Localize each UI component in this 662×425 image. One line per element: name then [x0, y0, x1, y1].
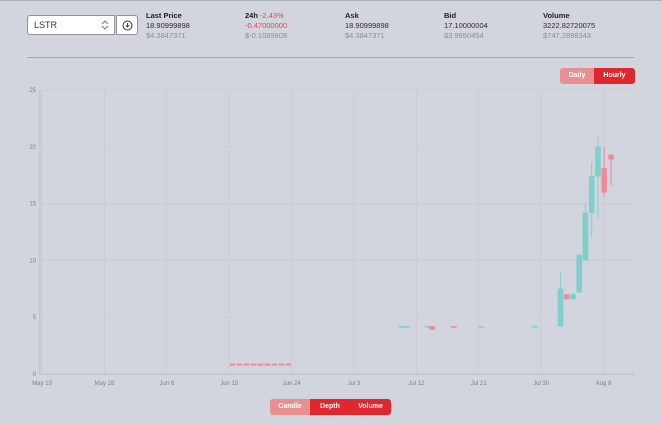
- candle-body: [257, 363, 264, 366]
- candle: [250, 363, 257, 366]
- x-tick-label: Jul 3: [348, 381, 361, 387]
- x-tick-label: May 19: [32, 381, 52, 387]
- candle: [399, 326, 405, 328]
- y-tick-label: 5: [33, 315, 37, 321]
- x-tick-label: Jul 12: [408, 381, 425, 387]
- candle: [532, 325, 538, 329]
- candle: [403, 326, 410, 328]
- depth-view-button[interactable]: Depth: [310, 399, 350, 415]
- volume-view-button[interactable]: Volume: [350, 399, 391, 415]
- chart-ticks: 0 5 10 15 20 25 May 19 May 28 Jun 6 Jun 15 Jun 24 J…: [29, 88, 612, 387]
- candle-body: [264, 363, 271, 366]
- y-tick-label: 15: [29, 202, 36, 208]
- candle-body: [595, 146, 601, 177]
- candle-body: [250, 363, 257, 366]
- candle: [563, 294, 570, 301]
- candle-body: [424, 326, 431, 328]
- x-tick-label: Jun 15: [220, 381, 239, 387]
- chart-grid: [39, 89, 634, 375]
- candle: [450, 326, 457, 328]
- candle: [236, 363, 243, 366]
- x-tick-label: Aug 8: [596, 381, 612, 387]
- candle-body: [403, 326, 410, 328]
- candle-body: [243, 363, 250, 366]
- price-chart: 0 5 10 15 20 25 May 19 May 28 Jun 6 Jun 15 Jun 24 J…: [29, 88, 634, 387]
- y-tick-label: 25: [29, 88, 36, 94]
- candle: [576, 254, 583, 293]
- candle: [582, 203, 589, 261]
- candle: [601, 146, 607, 197]
- candle: [229, 363, 236, 366]
- candle-body: [285, 363, 291, 366]
- candle: [257, 363, 264, 366]
- candle: [570, 292, 576, 300]
- y-tick-label: 10: [29, 258, 36, 264]
- candle: [588, 161, 595, 238]
- candle: [285, 363, 291, 366]
- candle: [429, 326, 436, 330]
- candle-body: [278, 363, 285, 366]
- candle-body: [450, 326, 457, 328]
- x-tick-label: Jun 24: [283, 381, 302, 387]
- candle-body: [229, 363, 236, 366]
- candle-body: [557, 288, 564, 327]
- candle: [243, 363, 250, 366]
- candle-body: [236, 363, 243, 366]
- candle-body: [563, 294, 570, 300]
- candle-body: [271, 363, 278, 366]
- candle-body: [601, 168, 607, 193]
- x-tick-label: Jul 30: [533, 381, 550, 387]
- candle-body: [532, 326, 538, 328]
- candle-body: [588, 176, 595, 213]
- candle: [478, 326, 485, 328]
- candle-body: [478, 326, 485, 328]
- x-tick-label: May 28: [95, 381, 115, 387]
- candle-body: [582, 212, 589, 261]
- candle-body: [570, 294, 576, 300]
- candle: [595, 135, 601, 218]
- candle-body: [399, 326, 405, 328]
- x-tick-label: Jul 21: [471, 381, 488, 387]
- candle: [278, 363, 285, 366]
- x-tick-label: Jun 6: [159, 381, 174, 387]
- candle: [557, 271, 564, 327]
- candle-body: [608, 154, 614, 160]
- y-tick-label: 20: [29, 145, 36, 151]
- candle: [608, 154, 614, 186]
- candle: [424, 326, 431, 328]
- candle: [264, 363, 271, 366]
- chart-candles: [229, 135, 614, 366]
- y-tick-label: 0: [33, 372, 37, 378]
- candle: [271, 363, 278, 366]
- candle-body: [576, 254, 583, 293]
- candle-body: [429, 326, 436, 330]
- candle-view-button[interactable]: Candle: [270, 399, 310, 415]
